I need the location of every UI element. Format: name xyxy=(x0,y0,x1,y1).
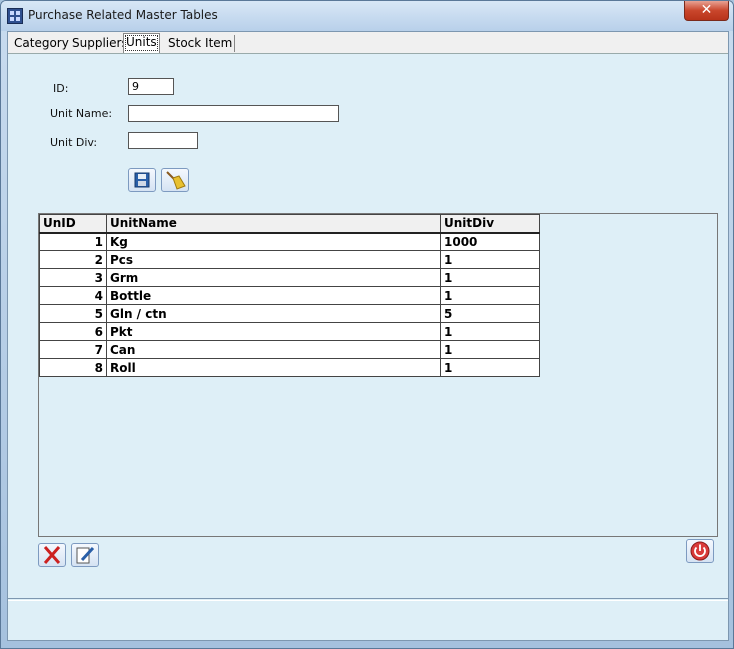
cell-unitdiv[interactable]: 1 xyxy=(440,250,540,269)
table-row[interactable]: 4 Bottle 1 xyxy=(39,286,540,305)
table-header-row: UnID UnitName UnitDiv xyxy=(39,214,540,234)
cell-unitdiv[interactable]: 1 xyxy=(440,322,540,341)
table-row[interactable]: 6 Pkt 1 xyxy=(39,322,540,341)
cell-unid[interactable]: 2 xyxy=(39,250,107,269)
close-button[interactable]: ✕ xyxy=(684,1,729,21)
cell-unid[interactable]: 5 xyxy=(39,304,107,323)
id-field[interactable]: 9 xyxy=(128,78,174,95)
units-table: UnID UnitName UnitDiv 1 Kg 1000 2 Pcs 1 3 Grm 1 4… xyxy=(39,214,540,377)
edit-document-icon xyxy=(76,546,95,564)
cell-unid[interactable]: 3 xyxy=(39,268,107,287)
save-button[interactable] xyxy=(128,168,156,192)
clear-button[interactable] xyxy=(161,168,189,192)
status-bar-highlight xyxy=(8,600,728,601)
edit-button[interactable] xyxy=(71,543,99,567)
cell-unitname[interactable]: Bottle xyxy=(106,286,441,305)
cell-unid[interactable]: 4 xyxy=(39,286,107,305)
red-x-icon xyxy=(43,546,61,564)
tab-category[interactable]: Category xyxy=(12,35,72,52)
cell-unitdiv[interactable]: 1 xyxy=(440,268,540,287)
table-row[interactable]: 1 Kg 1000 xyxy=(39,232,540,251)
cell-unitdiv[interactable]: 1 xyxy=(440,358,540,377)
id-label: ID: xyxy=(53,82,69,95)
unit-div-field[interactable] xyxy=(128,132,198,149)
unit-div-label: Unit Div: xyxy=(50,136,98,149)
floppy-disk-icon xyxy=(134,172,150,188)
cell-unid[interactable]: 6 xyxy=(39,322,107,341)
table-row[interactable]: 5 Gln / ctn 5 xyxy=(39,304,540,323)
table-row[interactable]: 3 Grm 1 xyxy=(39,268,540,287)
exit-button[interactable] xyxy=(686,539,714,563)
main-window: Purchase Related Master Tables ✕ Categor… xyxy=(0,0,734,649)
cell-unitname[interactable]: Grm xyxy=(106,268,441,287)
cell-unid[interactable]: 7 xyxy=(39,340,107,359)
cell-unitname[interactable]: Kg xyxy=(106,232,441,251)
cell-unitname[interactable]: Roll xyxy=(106,358,441,377)
units-grid-panel: UnID UnitName UnitDiv 1 Kg 1000 2 Pcs 1 3 Grm 1 4… xyxy=(38,213,718,537)
column-header-unid[interactable]: UnID xyxy=(39,214,107,234)
delete-button[interactable] xyxy=(38,543,66,567)
table-row[interactable]: 8 Roll 1 xyxy=(39,358,540,377)
cell-unid[interactable]: 1 xyxy=(39,232,107,251)
app-icon xyxy=(7,8,23,24)
tab-suppliers[interactable]: Suppliers xyxy=(70,35,131,52)
power-icon xyxy=(690,541,710,561)
column-header-unitname[interactable]: UnitName xyxy=(106,214,441,234)
unit-name-field[interactable] xyxy=(128,105,339,122)
tab-stock-item[interactable]: Stock Item xyxy=(166,35,236,52)
column-header-unitdiv[interactable]: UnitDiv xyxy=(440,214,540,234)
tab-units[interactable]: Units xyxy=(123,33,160,53)
window-title: Purchase Related Master Tables xyxy=(28,8,218,22)
cell-unid[interactable]: 8 xyxy=(39,358,107,377)
cell-unitname[interactable]: Pcs xyxy=(106,250,441,269)
unit-name-label: Unit Name: xyxy=(50,107,113,120)
client-area: Category Suppliers Units Stock Item ID: … xyxy=(7,31,729,641)
status-bar-divider xyxy=(8,598,728,599)
cell-unitname[interactable]: Gln / ctn xyxy=(106,304,441,323)
title-bar[interactable]: Purchase Related Master Tables ✕ xyxy=(1,1,733,31)
cell-unitdiv[interactable]: 5 xyxy=(440,304,540,323)
cell-unitname[interactable]: Can xyxy=(106,340,441,359)
cell-unitdiv[interactable]: 1 xyxy=(440,340,540,359)
table-row[interactable]: 7 Can 1 xyxy=(39,340,540,359)
table-row[interactable]: 2 Pcs 1 xyxy=(39,250,540,269)
broom-icon xyxy=(166,171,186,190)
tab-strip: Category Suppliers Units Stock Item xyxy=(8,32,728,54)
cell-unitdiv[interactable]: 1000 xyxy=(440,232,540,251)
cell-unitname[interactable]: Pkt xyxy=(106,322,441,341)
cell-unitdiv[interactable]: 1 xyxy=(440,286,540,305)
